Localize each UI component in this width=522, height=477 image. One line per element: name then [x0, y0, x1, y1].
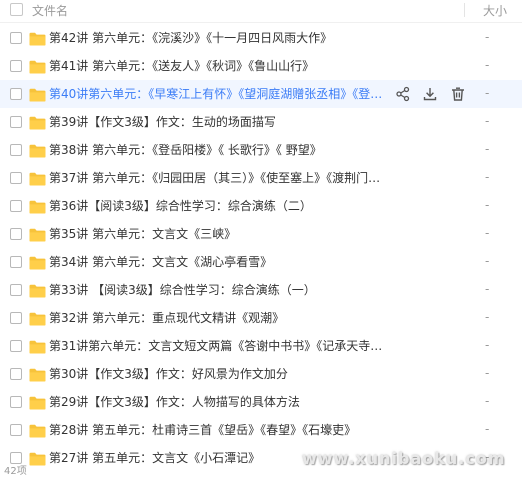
file-name[interactable]: 第39讲【作文3级】作文：生动的场面描写 [49, 114, 389, 130]
file-row[interactable]: 第34讲 第六单元：文言文《湖心亭看雪》 - [0, 248, 522, 276]
row-checkbox[interactable] [10, 200, 22, 212]
file-name[interactable]: 第34讲 第六单元：文言文《湖心亭看雪》 [49, 254, 389, 270]
folder-icon [29, 227, 46, 242]
folder-icon [29, 367, 46, 382]
row-checkbox[interactable] [10, 144, 22, 156]
row-checkbox[interactable] [10, 32, 22, 44]
file-row[interactable]: 第29讲【作文3级】作文：人物描写的具体方法 - [0, 388, 522, 416]
select-all-checkbox[interactable] [10, 3, 23, 16]
folder-icon [29, 311, 46, 326]
file-name[interactable]: 第31讲第六单元：文言文短文两篇《答谢中书书》《记承天寺夜游》 [49, 338, 389, 354]
folder-icon [29, 199, 46, 214]
folder-icon [29, 87, 46, 102]
file-name[interactable]: 第36讲【阅读3级】综合性学习：综合演练（二） [49, 198, 389, 214]
file-size: - [485, 226, 490, 240]
file-size: - [485, 394, 490, 408]
file-size: - [485, 58, 490, 72]
file-size: - [485, 282, 490, 296]
row-checkbox[interactable] [10, 368, 22, 380]
row-checkbox[interactable] [10, 116, 22, 128]
file-row[interactable]: 第39讲【作文3级】作文：生动的场面描写 - [0, 108, 522, 136]
file-size: - [485, 198, 490, 212]
file-size: - [485, 142, 490, 156]
file-list-header: 文件名 大小 [0, 0, 522, 23]
item-count: 42项 [4, 466, 27, 477]
file-name[interactable]: 第42讲 第六单元：《浣溪沙》《十一月四日风雨大作》 [49, 30, 389, 46]
file-row[interactable]: 第31讲第六单元：文言文短文两篇《答谢中书书》《记承天寺夜游》 - [0, 332, 522, 360]
file-size: - [485, 254, 490, 268]
file-name[interactable]: 第40讲第六单元：《早寒江上有怀》《望洞庭湖赠张丞相》《登岳阳楼》 [49, 86, 387, 102]
row-checkbox[interactable] [10, 340, 22, 352]
row-checkbox[interactable] [10, 228, 22, 240]
row-checkbox[interactable] [10, 424, 22, 436]
file-row[interactable]: 第36讲【阅读3级】综合性学习：综合演练（二） - [0, 192, 522, 220]
trash-icon[interactable] [450, 86, 466, 102]
file-name[interactable]: 第29讲【作文3级】作文：人物描写的具体方法 [49, 394, 389, 410]
folder-icon [29, 395, 46, 410]
folder-icon [29, 255, 46, 270]
file-name[interactable]: 第33讲 【阅读3级】综合性学习：综合演练（一） [49, 282, 389, 298]
row-checkbox[interactable] [10, 396, 22, 408]
file-size: - [485, 310, 490, 324]
file-size: - [485, 114, 490, 128]
folder-icon [29, 115, 46, 130]
folder-icon [29, 143, 46, 158]
folder-icon [29, 339, 46, 354]
file-name[interactable]: 第35讲 第六单元：文言文《三峡》 [49, 226, 389, 242]
file-row[interactable]: 第30讲【作文3级】作文：好风景为作文加分 - [0, 360, 522, 388]
file-size: - [485, 86, 490, 100]
share-icon[interactable] [395, 86, 411, 102]
file-name[interactable]: 第41讲 第六单元：《送友人》《秋词》《鲁山山行》 [49, 58, 389, 74]
row-checkbox[interactable] [10, 256, 22, 268]
folder-icon [29, 283, 46, 298]
file-size: - [485, 422, 490, 436]
file-row[interactable]: 第38讲 第六单元：《登岳阳楼》《 长歌行》《 野望》 - [0, 136, 522, 164]
watermark: www.xunibaoku.com [302, 449, 506, 468]
file-row[interactable]: 第32讲 第六单元：重点现代文精讲《观潮》 - [0, 304, 522, 332]
file-name[interactable]: 第30讲【作文3级】作文：好风景为作文加分 [49, 366, 389, 382]
file-row[interactable]: 第40讲第六单元：《早寒江上有怀》《望洞庭湖赠张丞相》《登岳阳楼》 - [0, 80, 522, 108]
folder-icon [29, 423, 46, 438]
file-row[interactable]: 第33讲 【阅读3级】综合性学习：综合演练（一） - [0, 276, 522, 304]
folder-icon [29, 31, 46, 46]
row-checkbox[interactable] [10, 88, 22, 100]
column-header-size[interactable]: 大小 [483, 2, 507, 19]
row-checkbox[interactable] [10, 312, 22, 324]
row-checkbox[interactable] [10, 60, 22, 72]
file-name[interactable]: 第28讲 第五单元：杜甫诗三首《望岳》《春望》《石壕吏》 [49, 422, 389, 438]
file-name[interactable]: 第37讲 第六单元：《归园田居（其三）》《使至塞上》《渡荆门送别》 [49, 170, 389, 186]
file-size: - [485, 30, 490, 44]
row-checkbox[interactable] [10, 284, 22, 296]
folder-icon [29, 59, 46, 74]
file-size: - [485, 170, 490, 184]
folder-icon [29, 451, 46, 466]
file-row[interactable]: 第37讲 第六单元：《归园田居（其三）》《使至塞上》《渡荆门送别》 - [0, 164, 522, 192]
file-name[interactable]: 第32讲 第六单元：重点现代文精讲《观潮》 [49, 310, 389, 326]
row-checkbox[interactable] [10, 172, 22, 184]
file-row[interactable]: 第28讲 第五单元：杜甫诗三首《望岳》《春望》《石壕吏》 - [0, 416, 522, 444]
file-name[interactable]: 第38讲 第六单元：《登岳阳楼》《 长歌行》《 野望》 [49, 142, 389, 158]
column-divider [464, 3, 465, 17]
folder-icon [29, 171, 46, 186]
file-row[interactable]: 第42讲 第六单元：《浣溪沙》《十一月四日风雨大作》 - [0, 24, 522, 52]
file-row[interactable]: 第41讲 第六单元：《送友人》《秋词》《鲁山山行》 - [0, 52, 522, 80]
column-header-name[interactable]: 文件名 [32, 2, 68, 19]
file-size: - [485, 366, 490, 380]
file-row[interactable]: 第35讲 第六单元：文言文《三峡》 - [0, 220, 522, 248]
file-size: - [485, 338, 490, 352]
download-icon[interactable] [422, 86, 438, 102]
